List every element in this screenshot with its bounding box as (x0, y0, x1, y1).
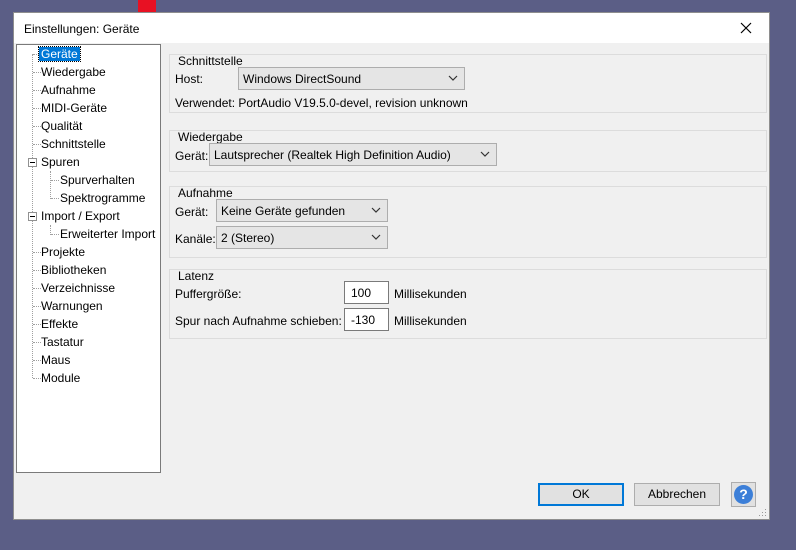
chevron-down-icon (448, 75, 458, 81)
latency-shift-label: Spur nach Aufnahme schieben: (175, 314, 342, 328)
tree-item-label: Wiedergabe (41, 65, 106, 79)
tree-item-label: Spektrogramme (60, 191, 146, 205)
tree-item-spektrogramme[interactable]: Spektrogramme (58, 190, 147, 206)
latency-group: Latenz (169, 269, 767, 339)
tree-item-schnittstelle[interactable]: Schnittstelle (39, 136, 108, 152)
chevron-down-icon (480, 151, 490, 157)
playback-device-value: Lautsprecher (Realtek High Definition Au… (214, 148, 451, 162)
tree-item-label: Effekte (41, 317, 79, 331)
tree-item-geraete[interactable]: Geräte (38, 46, 81, 62)
tree-item-aufnahme[interactable]: Aufnahme (39, 82, 98, 98)
category-tree[interactable]: Geräte Wiedergabe Aufnahme MIDI-Geräte Q… (16, 44, 161, 473)
tree-item-wiedergabe[interactable]: Wiedergabe (39, 64, 108, 80)
tree-item-label: Erweiterter Import (60, 227, 156, 241)
tree-item-spuren[interactable]: Spuren (39, 154, 82, 170)
latency-group-title: Latenz (178, 269, 215, 283)
buffer-size-label: Puffergröße: (175, 287, 242, 301)
cancel-button[interactable]: Abbrechen (634, 483, 720, 506)
tree-item-label: Aufnahme (41, 83, 96, 97)
chevron-down-icon (371, 207, 381, 213)
tree-item-erweiterter-import[interactable]: Erweiterter Import (58, 226, 157, 242)
recording-device-label: Gerät: (175, 205, 209, 219)
tree-item-label: Module (41, 371, 81, 385)
tree-item-label: Tastatur (41, 335, 84, 349)
tree-item-module[interactable]: Module (39, 370, 82, 386)
tree-item-tastatur[interactable]: Tastatur (39, 334, 86, 350)
tree-item-label: Geräte (38, 46, 81, 62)
tree-item-maus[interactable]: Maus (39, 352, 72, 368)
tree-item-label: Import / Export (41, 209, 120, 223)
recording-group-title: Aufnahme (178, 186, 233, 200)
background-window-edge (138, 0, 156, 12)
ok-button[interactable]: OK (538, 483, 624, 506)
host-dropdown[interactable]: Windows DirectSound (238, 67, 465, 90)
collapse-spuren-toggle[interactable] (28, 158, 37, 167)
host-value: Windows DirectSound (243, 72, 362, 86)
close-icon (740, 22, 752, 34)
latency-shift-unit: Millisekunden (394, 314, 467, 328)
chevron-down-icon (371, 234, 381, 240)
tree-item-import-export[interactable]: Import / Export (39, 208, 122, 224)
tree-item-label: Schnittstelle (41, 137, 106, 151)
channels-label: Kanäle: (175, 232, 216, 246)
tree-item-label: Verzeichnisse (41, 281, 116, 295)
buffer-size-unit: Millisekunden (394, 287, 467, 301)
playback-group-title: Wiedergabe (178, 130, 243, 144)
close-button[interactable] (723, 13, 769, 43)
latency-shift-input[interactable]: -130 (344, 308, 389, 331)
tree-item-midi-geraete[interactable]: MIDI-Geräte (39, 100, 109, 116)
title-bar: Einstellungen: Geräte (14, 13, 769, 43)
playback-device-dropdown[interactable]: Lautsprecher (Realtek High Definition Au… (209, 143, 497, 166)
tree-item-label: Warnungen (41, 299, 103, 313)
recording-device-value: Keine Geräte gefunden (221, 204, 346, 218)
tree-item-label: Bibliotheken (41, 263, 107, 277)
using-text: Verwendet: PortAudio V19.5.0-devel, revi… (175, 96, 468, 110)
preferences-dialog: Einstellungen: Geräte Geräte Wiedergabe … (13, 12, 770, 520)
channels-value: 2 (Stereo) (221, 231, 275, 245)
tree-item-label: Projekte (41, 245, 86, 259)
tree-item-label: Spurverhalten (60, 173, 135, 187)
tree-item-warnungen[interactable]: Warnungen (39, 298, 105, 314)
tree-connector (50, 171, 51, 199)
help-icon: ? (734, 485, 753, 504)
tree-item-bibliotheken[interactable]: Bibliotheken (39, 262, 108, 278)
tree-item-label: Qualität (41, 119, 83, 133)
window-title: Einstellungen: Geräte (24, 22, 140, 36)
tree-item-qualitaet[interactable]: Qualität (39, 118, 84, 134)
tree-item-label: Maus (41, 353, 71, 367)
tree-item-effekte[interactable]: Effekte (39, 316, 80, 332)
tree-item-label: MIDI-Geräte (41, 101, 108, 115)
latency-shift-value: -130 (351, 313, 376, 327)
interface-group-title: Schnittstelle (178, 54, 243, 68)
tree-item-spurverhalten[interactable]: Spurverhalten (58, 172, 137, 188)
channels-dropdown[interactable]: 2 (Stereo) (216, 226, 388, 249)
collapse-import-export-toggle[interactable] (28, 212, 37, 221)
recording-device-dropdown[interactable]: Keine Geräte gefunden (216, 199, 388, 222)
host-label: Host: (175, 72, 204, 86)
tree-item-verzeichnisse[interactable]: Verzeichnisse (39, 280, 117, 296)
playback-device-label: Gerät: (175, 149, 209, 163)
buffer-size-input[interactable]: 100 (344, 281, 389, 304)
buffer-size-value: 100 (351, 286, 372, 300)
tree-item-projekte[interactable]: Projekte (39, 244, 87, 260)
help-button[interactable]: ? (731, 482, 756, 507)
resize-grip-icon[interactable] (758, 508, 767, 517)
tree-item-label: Spuren (41, 155, 80, 169)
